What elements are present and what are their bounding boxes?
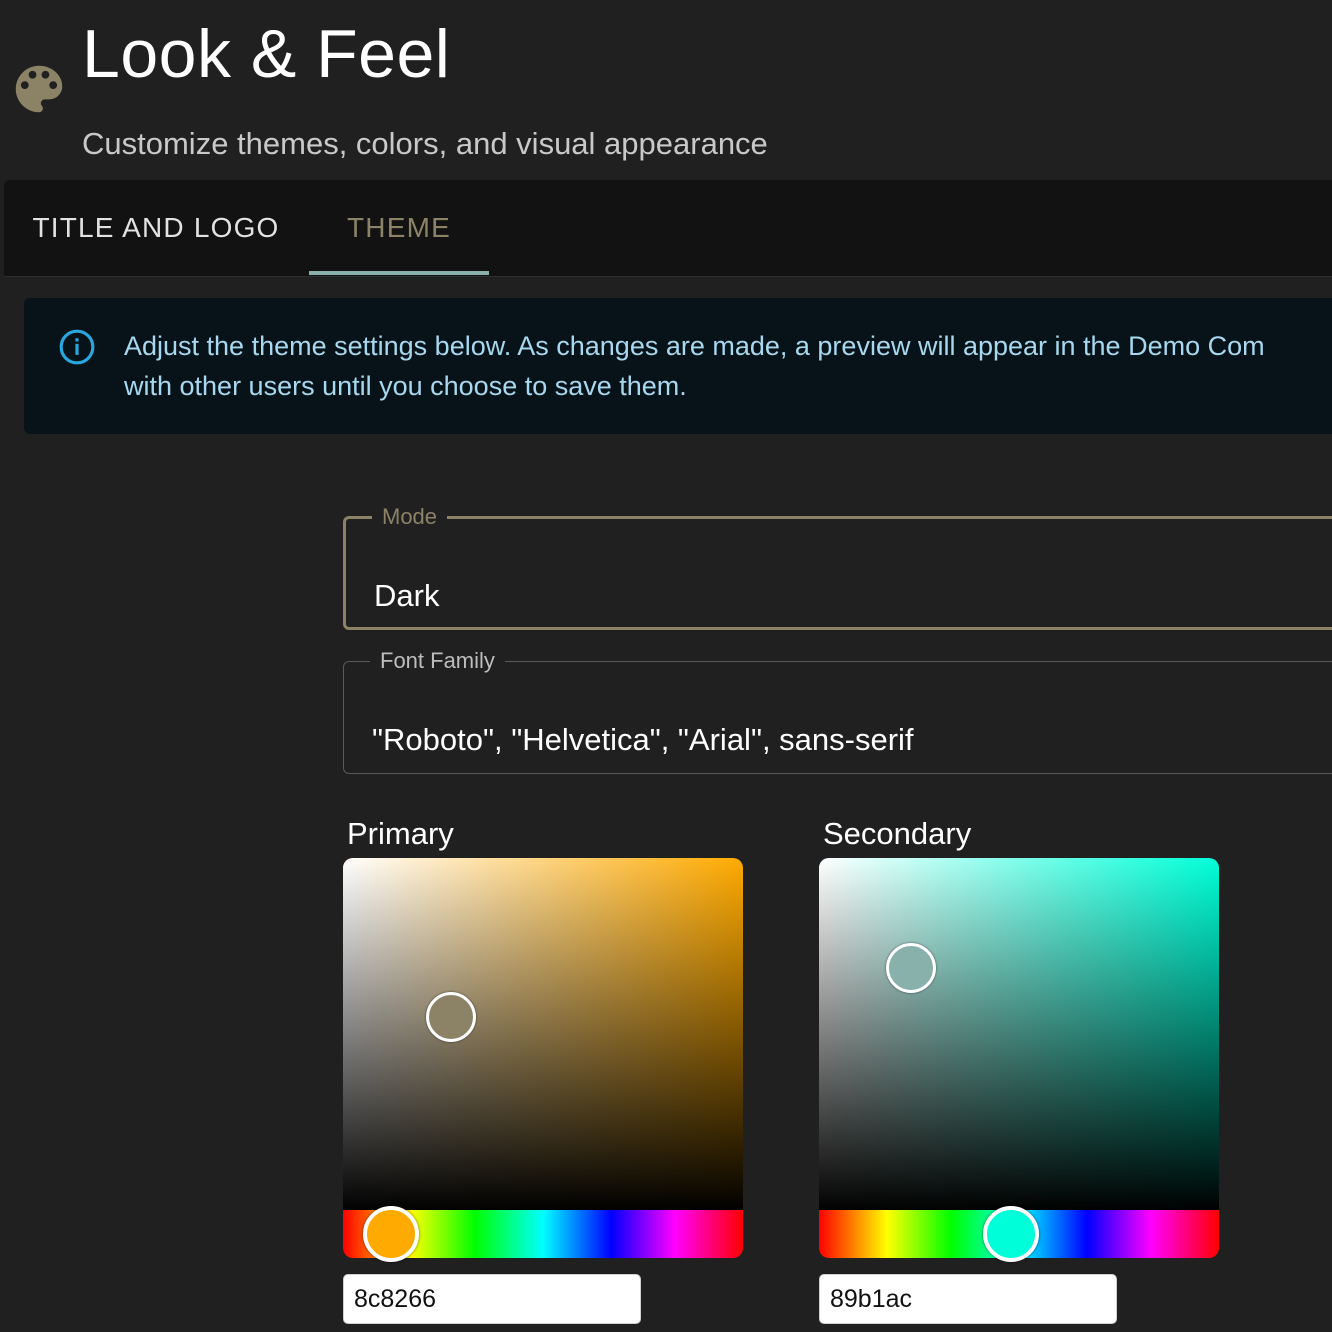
font-family-value: "Roboto", "Helvetica", "Arial", sans-ser… — [372, 722, 914, 757]
page-subtitle: Customize themes, colors, and visual app… — [82, 126, 768, 161]
primary-color-label: Primary — [347, 816, 454, 851]
primary-hue-slider[interactable] — [343, 1206, 743, 1262]
mode-label: Mode — [382, 504, 438, 529]
info-alert-line-1: Adjust the theme settings below. As chan… — [124, 331, 1265, 361]
palette-icon — [15, 65, 63, 113]
secondary-color-label: Secondary — [823, 816, 972, 851]
look-and-feel-page: Look & Feel Customize themes, colors, an… — [0, 0, 1332, 1332]
secondary-hue-pointer[interactable] — [983, 1206, 1039, 1262]
primary-saturation-pointer[interactable] — [426, 992, 476, 1043]
font-family-label: Font Family — [380, 648, 495, 673]
tab-title-and-logo[interactable]: TITLE AND LOGO — [4, 180, 308, 276]
secondary-saturation-pointer[interactable] — [886, 942, 936, 993]
secondary-hue-slider[interactable] — [819, 1206, 1219, 1262]
info-icon — [59, 329, 95, 365]
primary-hue-pointer[interactable] — [363, 1206, 419, 1262]
primary-hex-input[interactable] — [343, 1274, 641, 1324]
mode-value: Dark — [374, 578, 440, 613]
tab-theme[interactable]: THEME — [309, 180, 489, 276]
info-alert-line-2: with other users until you choose to sav… — [124, 371, 687, 401]
font-family-field[interactable]: Font Family "Roboto", "Helvetica", "Aria… — [343, 650, 1332, 774]
active-tab-indicator — [309, 271, 489, 275]
primary-saturation-value-area[interactable] — [343, 858, 743, 1212]
secondary-saturation-value-area[interactable] — [819, 858, 1219, 1212]
page-title: Look & Feel — [82, 16, 451, 92]
info-alert: Adjust the theme settings below. As chan… — [24, 298, 1332, 434]
secondary-hex-input[interactable] — [819, 1274, 1117, 1324]
mode-select[interactable]: Mode Dark — [343, 506, 1332, 630]
info-alert-message: Adjust the theme settings below. As chan… — [124, 326, 1332, 406]
tab-bar: TITLE AND LOGO THEME — [4, 180, 1332, 277]
